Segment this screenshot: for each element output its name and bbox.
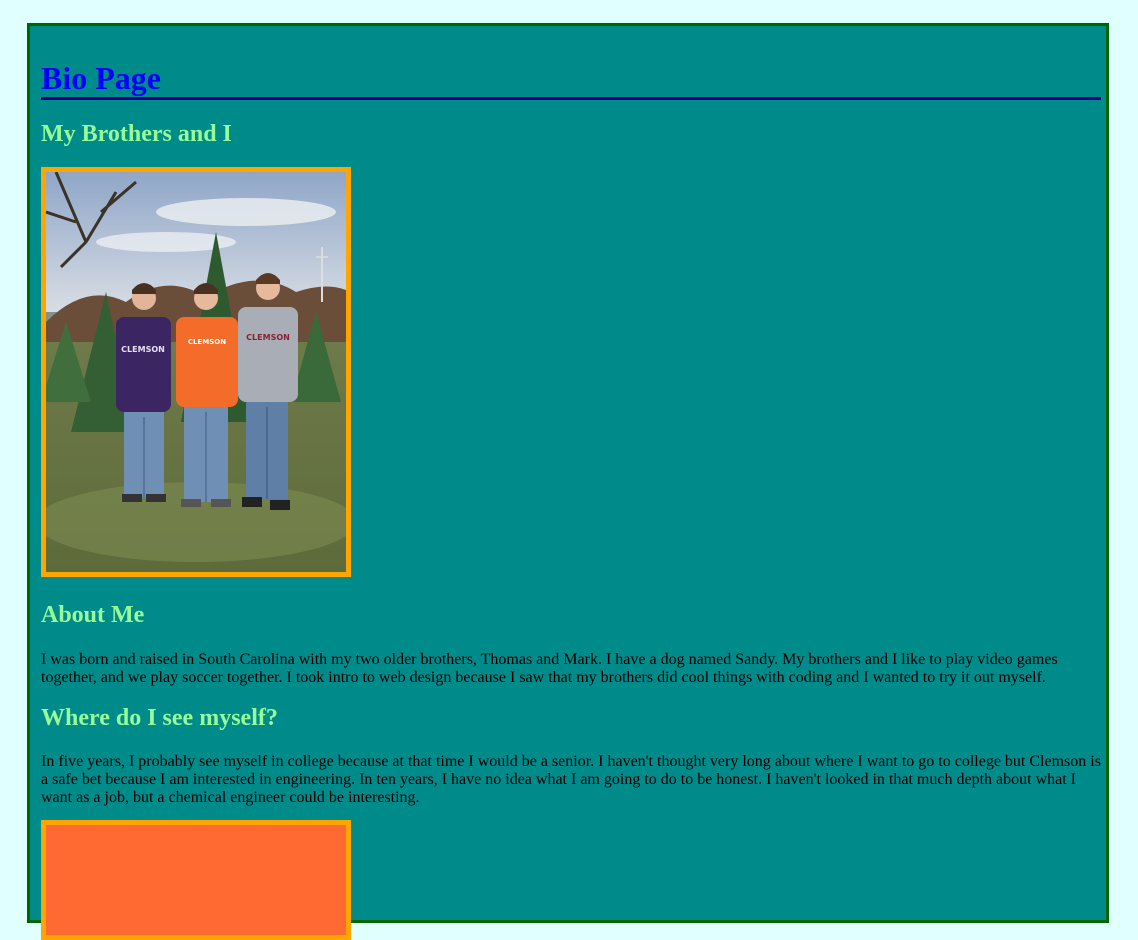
- brothers-photo-illustration: CLEMSON CLEMSON CLEMSON: [46, 172, 346, 572]
- future-heading: Where do I see myself?: [41, 705, 278, 731]
- page-title: Bio Page: [41, 60, 1101, 100]
- second-photo: [41, 820, 351, 940]
- page-frame: Bio Page My Brothers and I CLEMSON CLEMS…: [27, 23, 1109, 940]
- about-heading: About Me: [41, 602, 145, 628]
- shirt-label-3: CLEMSON: [246, 333, 290, 342]
- shirt-label-2: CLEMSON: [188, 338, 226, 346]
- about-text: I was born and raised in South Carolina …: [41, 651, 1058, 686]
- brothers-photo: CLEMSON CLEMSON CLEMSON: [41, 167, 351, 577]
- shirt-label-1: CLEMSON: [121, 345, 165, 354]
- brothers-heading: My Brothers and I: [41, 121, 232, 147]
- future-text: In five years, I probably see myself in …: [41, 753, 1101, 806]
